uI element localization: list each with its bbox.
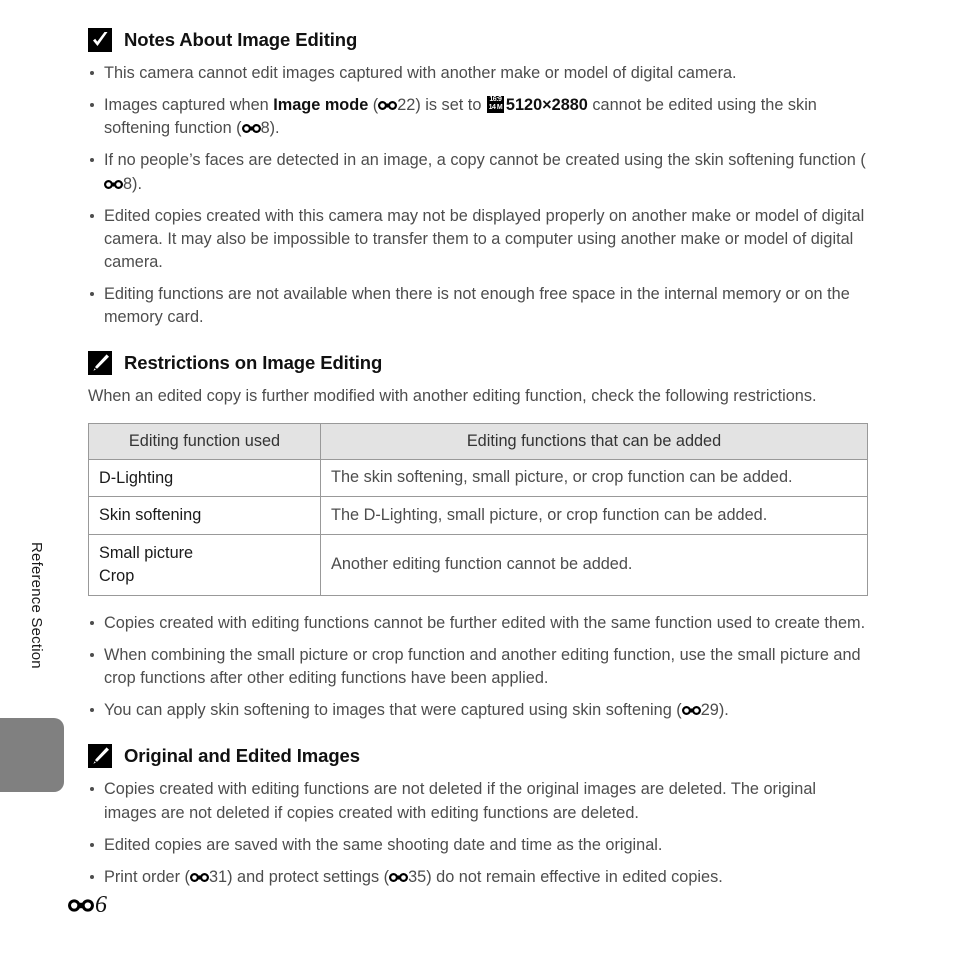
- pencil-icon: [88, 351, 112, 376]
- table-row: Skin softening The D-Lighting, small pic…: [88, 496, 868, 536]
- section-title: Restrictions on Image Editing: [124, 352, 383, 374]
- restrictions-bullet-list: Copies created with editing functions ca…: [88, 612, 868, 723]
- section-title: Notes About Image Editing: [124, 29, 358, 50]
- pencil-icon: [88, 744, 112, 769]
- reference-section-tab: [0, 718, 64, 792]
- resolution-value: 5120×2880: [505, 96, 588, 115]
- table-cell-function: Skin softening: [88, 496, 321, 536]
- checkmark-icon: [88, 28, 112, 52]
- page-number-value: 6: [95, 892, 107, 918]
- list-item: This camera cannot edit images captured …: [88, 62, 868, 85]
- e-reference-icon: [68, 898, 94, 913]
- list-item: Edited copies are saved with the same sh…: [88, 834, 868, 857]
- e-reference-icon: [189, 872, 209, 883]
- restrictions-intro: When an edited copy is further modified …: [88, 387, 817, 406]
- image-mode-16x9-icon: 16:9 14 M: [486, 96, 504, 114]
- e-reference-icon: [681, 705, 701, 716]
- notes-bullet-list: This camera cannot edit images captured …: [88, 62, 868, 329]
- page-number: 6: [68, 893, 107, 917]
- image-mode-term: Image mode: [273, 96, 369, 115]
- table-cell-added: The D-Lighting, small picture, or crop f…: [320, 496, 868, 536]
- original-edited-bullet-list: Copies created with editing functions ar…: [88, 778, 868, 889]
- section-header-restrictions: Restrictions on Image Editing: [88, 351, 868, 376]
- table-cell-function-line2: Crop: [99, 566, 135, 585]
- table-cell-added: The skin softening, small picture, or cr…: [320, 458, 868, 498]
- list-item: You can apply skin softening to images t…: [88, 699, 868, 722]
- list-item: Copies created with editing functions ca…: [88, 612, 868, 635]
- e-reference-icon: [241, 123, 261, 134]
- table-cell-function: D-Lighting: [88, 458, 321, 498]
- table-cell-function: Small picture Crop: [88, 534, 321, 596]
- list-item: When combining the small picture or crop…: [88, 644, 868, 690]
- table-row: D-Lighting The skin softening, small pic…: [88, 458, 868, 498]
- table-cell-function-line1: Small picture: [99, 544, 194, 563]
- table-header-cell: Editing function used: [88, 422, 321, 460]
- table-header-cell: Editing functions that can be added: [320, 422, 868, 460]
- section-title: Original and Edited Images: [124, 745, 360, 767]
- page-content: Notes About Image Editing This camera ca…: [88, 28, 868, 898]
- list-item: Editing functions are not available when…: [88, 283, 868, 329]
- table-row: Small picture Crop Another editing funct…: [88, 534, 868, 596]
- table-cell-added: Another editing function cannot be added…: [320, 534, 868, 596]
- reference-section-label: Reference Section: [28, 542, 45, 669]
- table-header-row: Editing function used Editing functions …: [88, 422, 868, 460]
- restrictions-table: Editing function used Editing functions …: [88, 422, 868, 596]
- list-item: If no people’s faces are detected in an …: [88, 149, 868, 195]
- list-item: Edited copies created with this camera m…: [88, 205, 868, 274]
- e-reference-icon: [104, 179, 123, 190]
- list-item: Print order (31) and protect settings (3…: [88, 866, 868, 889]
- list-item: Images captured when Image mode (22) is …: [88, 94, 868, 140]
- section-header-original-edited: Original and Edited Images: [88, 744, 868, 769]
- section-header-notes: Notes About Image Editing: [88, 28, 868, 52]
- e-reference-icon: [389, 872, 409, 883]
- list-item: Copies created with editing functions ar…: [88, 778, 868, 824]
- e-reference-icon: [378, 100, 398, 111]
